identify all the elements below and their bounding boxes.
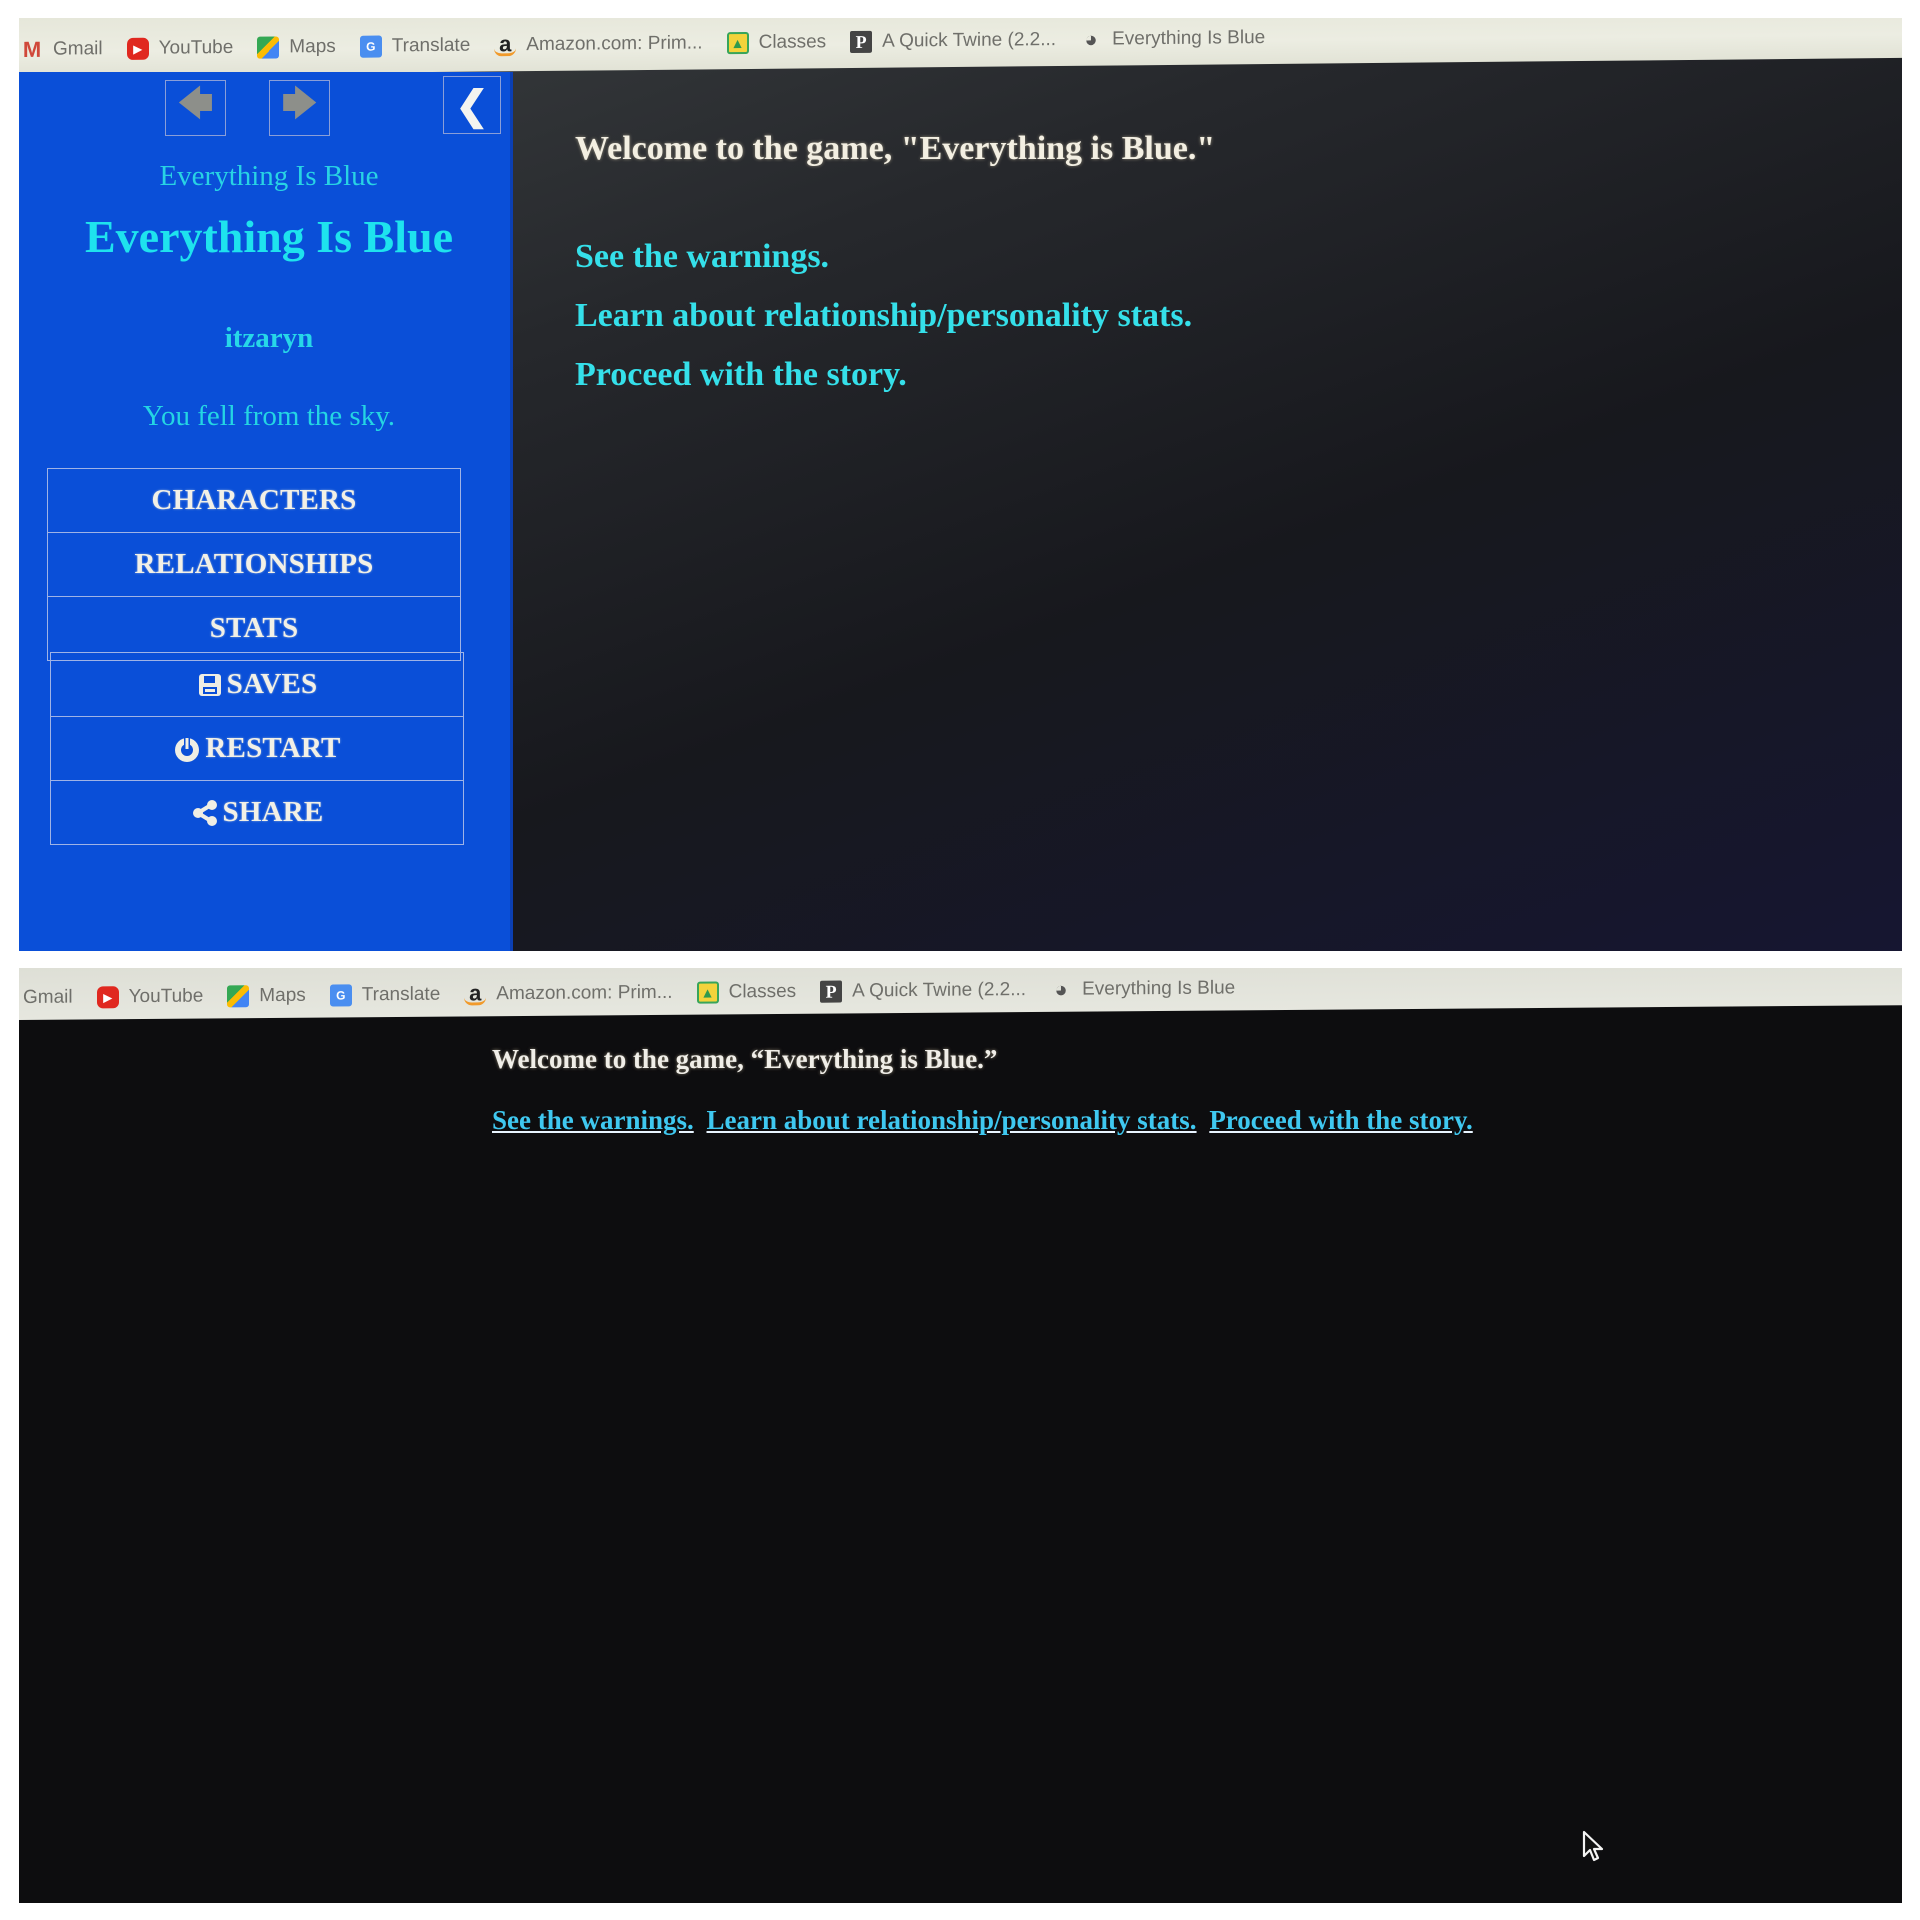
menu-share[interactable]: SHARE [51,781,463,844]
bookmark-maps[interactable]: Maps [227,984,306,1008]
bookmark-gmail[interactable]: Gmail [23,987,73,1009]
bookmark-translate[interactable]: G Translate [359,34,471,58]
menu-stats[interactable]: STATS [48,597,460,660]
maps-icon [257,36,280,59]
link-learn-stats[interactable]: Learn about relationship/personality sta… [707,1105,1197,1135]
bookmark-everything-is-blue[interactable]: ◕ Everything Is Blue [1080,26,1266,52]
arrow-left-icon: 🡄 [177,85,214,123]
bookmark-label: Maps [259,984,306,1007]
menu-relationships[interactable]: RELATIONSHIPS [48,533,460,597]
twine-p-icon: P [850,30,873,54]
screenshot-plain-passage: Gmail ▶ YouTube Maps G Translate a Amazon.c… [19,968,1902,1903]
link-proceed-story[interactable]: Proceed with the story. [1209,1105,1472,1135]
history-back-button[interactable]: 🡄 [165,80,226,136]
menu-restart-label: RESTART [205,732,341,764]
bookmark-gmail[interactable]: M Gmail [21,36,103,62]
passage: Welcome to the game, "Everything is Blue… [575,130,1215,415]
passage-links: See the warnings. Learn about relationsh… [575,238,1215,394]
bookmark-label: Classes [758,31,827,53]
bookmark-quick-twine[interactable]: P A Quick Twine (2.2... [820,979,1026,1003]
bookmark-youtube[interactable]: ▶ YouTube [126,36,234,60]
bookmark-classes[interactable]: ▲ Classes [726,31,827,55]
welcome-text: Welcome to the game, "Everything is Blue… [575,130,1216,167]
youtube-icon: ▶ [96,986,119,1009]
maps-icon [227,985,250,1008]
bookmark-label: YouTube [128,985,204,1008]
core-menu: SAVES RESTART SHARE [50,652,464,845]
story-author: itzaryn [224,322,314,354]
classroom-icon: ▲ [726,31,749,55]
menu-share-label: SHARE [222,796,324,828]
amazon-icon: a [494,31,517,56]
bookmark-translate[interactable]: G Translate [329,983,441,1007]
bookmark-label: Classes [728,980,797,1003]
bookmark-label: Amazon.com: Prim... [496,981,673,1005]
story-menu: CHARACTERS RELATIONSHIPS STATS [47,468,461,661]
story-caption: You fell from the sky. [142,400,396,432]
bookmark-label: Everything Is Blue [1112,27,1266,50]
passage: Welcome to the game, “Everything is Blue… [492,1044,1479,1136]
classroom-icon: ▲ [696,981,719,1004]
menu-restart[interactable]: RESTART [51,717,463,781]
twine-p-icon: P [820,980,843,1003]
story-sidebar: 🡄 🡆 ❮ Everything Is Blue Everything Is B… [19,72,513,951]
bookmark-everything-is-blue[interactable]: ◕ Everything Is Blue [1050,976,1236,1002]
gmail-icon: M [22,36,42,62]
bookmark-label: Translate [361,983,441,1006]
passage-links: See the warnings. Learn about relationsh… [492,1105,1479,1136]
arrow-right-icon: 🡆 [281,85,318,123]
mouse-cursor-icon [1582,1830,1604,1862]
story-title: Everything Is Blue [84,211,454,262]
translate-icon: G [329,984,352,1007]
link-learn-stats[interactable]: Learn about relationship/personality sta… [575,297,1215,335]
bookmark-label: A Quick Twine (2.2... [882,29,1057,52]
link-see-warnings[interactable]: See the warnings. [575,238,1215,276]
bookmark-label: Maps [289,35,336,58]
bookmark-youtube[interactable]: ▶ YouTube [96,985,204,1009]
screenshot-with-sidebar: M Gmail ▶ YouTube Maps G Translate a Amazon.… [19,18,1902,951]
bookmark-label: Everything Is Blue [1082,977,1236,1000]
youtube-icon: ▶ [126,37,149,60]
bookmark-label: YouTube [158,36,234,59]
welcome-text: Welcome to the game, “Everything is Blue… [492,1044,998,1074]
menu-saves-label: SAVES [226,668,318,700]
link-proceed-story[interactable]: Proceed with the story. [575,356,1215,394]
bookmark-label: Gmail [53,38,103,60]
share-icon [191,799,219,827]
story-banner: Everything Is Blue [159,160,379,192]
bookmarks-bar: Gmail ▶ YouTube Maps G Translate a Amazon.c… [19,968,1902,1020]
bookmark-label: Translate [391,34,471,57]
sidebar-toggle-button[interactable]: ❮ [443,76,501,134]
bookmark-classes[interactable]: ▲ Classes [696,980,797,1004]
chevron-left-icon: ❮ [455,82,489,128]
menu-characters[interactable]: CHARACTERS [48,469,460,533]
menu-saves[interactable]: SAVES [51,653,463,717]
bookmark-maps[interactable]: Maps [257,35,336,59]
bookmark-label: Amazon.com: Prim... [526,32,703,56]
bookmark-amazon[interactable]: a Amazon.com: Prim... [494,31,703,56]
link-see-warnings[interactable]: See the warnings. [492,1105,694,1135]
bookmark-label: A Quick Twine (2.2... [852,979,1027,1002]
bookmark-quick-twine[interactable]: P A Quick Twine (2.2... [850,29,1057,54]
power-icon [173,735,201,763]
globe-icon: ◕ [1054,976,1068,1002]
globe-icon: ◕ [1084,26,1098,52]
bookmark-amazon[interactable]: a Amazon.com: Prim... [464,980,673,1006]
amazon-icon: a [464,980,487,1006]
bookmark-label: Gmail [23,986,73,1008]
translate-icon: G [359,35,382,58]
floppy-disk-icon [197,672,223,698]
history-forward-button[interactable]: 🡆 [269,80,330,136]
